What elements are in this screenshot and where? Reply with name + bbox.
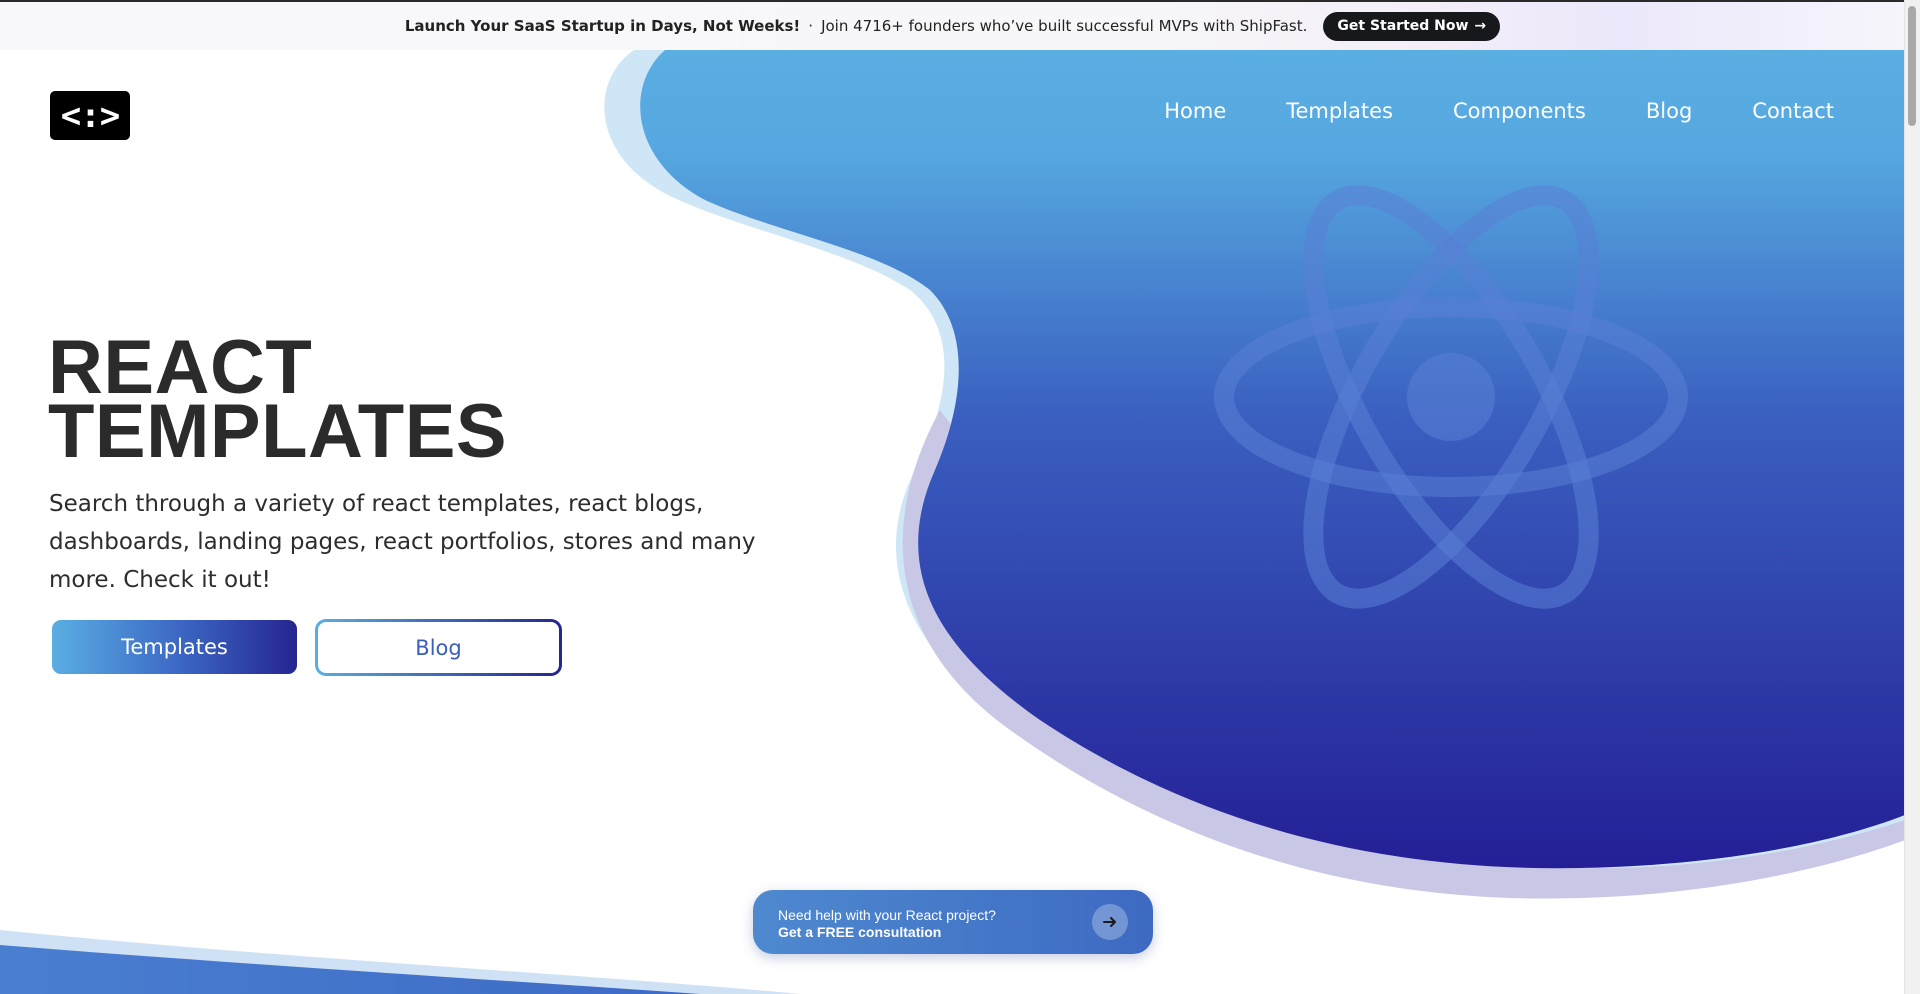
consultation-banner[interactable]: Need help with your React project? Get a… xyxy=(753,890,1153,954)
consult-offer: Get a FREE consultation xyxy=(778,924,942,940)
title-line-2: TEMPLATES xyxy=(48,389,508,474)
get-started-label: Get Started Now xyxy=(1337,17,1469,34)
main-nav: Home Templates Components Blog Contact xyxy=(1164,99,1834,123)
nav-blog[interactable]: Blog xyxy=(1646,99,1692,123)
logo-text: <:> xyxy=(60,95,120,136)
nav-components[interactable]: Components xyxy=(1453,99,1586,123)
nav-templates[interactable]: Templates xyxy=(1286,99,1393,123)
promo-text: Join 4716+ founders who’ve built success… xyxy=(821,17,1308,35)
nav-contact[interactable]: Contact xyxy=(1752,99,1834,123)
page-scrollbar[interactable] xyxy=(1904,0,1920,994)
nav-home[interactable]: Home xyxy=(1164,99,1226,123)
consult-question: Need help with your React project? xyxy=(778,907,996,923)
hero-description: Search through a variety of react templa… xyxy=(49,491,756,593)
get-started-button[interactable]: Get Started Now → xyxy=(1323,11,1501,41)
site-logo[interactable]: <:> xyxy=(50,91,130,140)
arrow-right-icon: → xyxy=(1474,17,1487,34)
promo-headline: Launch Your SaaS Startup in Days, Not We… xyxy=(404,17,801,35)
scrollbar-thumb[interactable] xyxy=(1908,6,1916,126)
promo-banner: Launch Your SaaS Startup in Days, Not We… xyxy=(0,2,1905,50)
blog-button[interactable]: Blog xyxy=(315,619,562,676)
templates-button[interactable]: Templates xyxy=(52,620,297,674)
arrow-right-icon xyxy=(1103,917,1116,927)
promo-separator: · xyxy=(808,17,814,35)
page-title: REACT TEMPLATES xyxy=(48,330,508,474)
consult-arrow-button[interactable] xyxy=(1092,904,1128,940)
